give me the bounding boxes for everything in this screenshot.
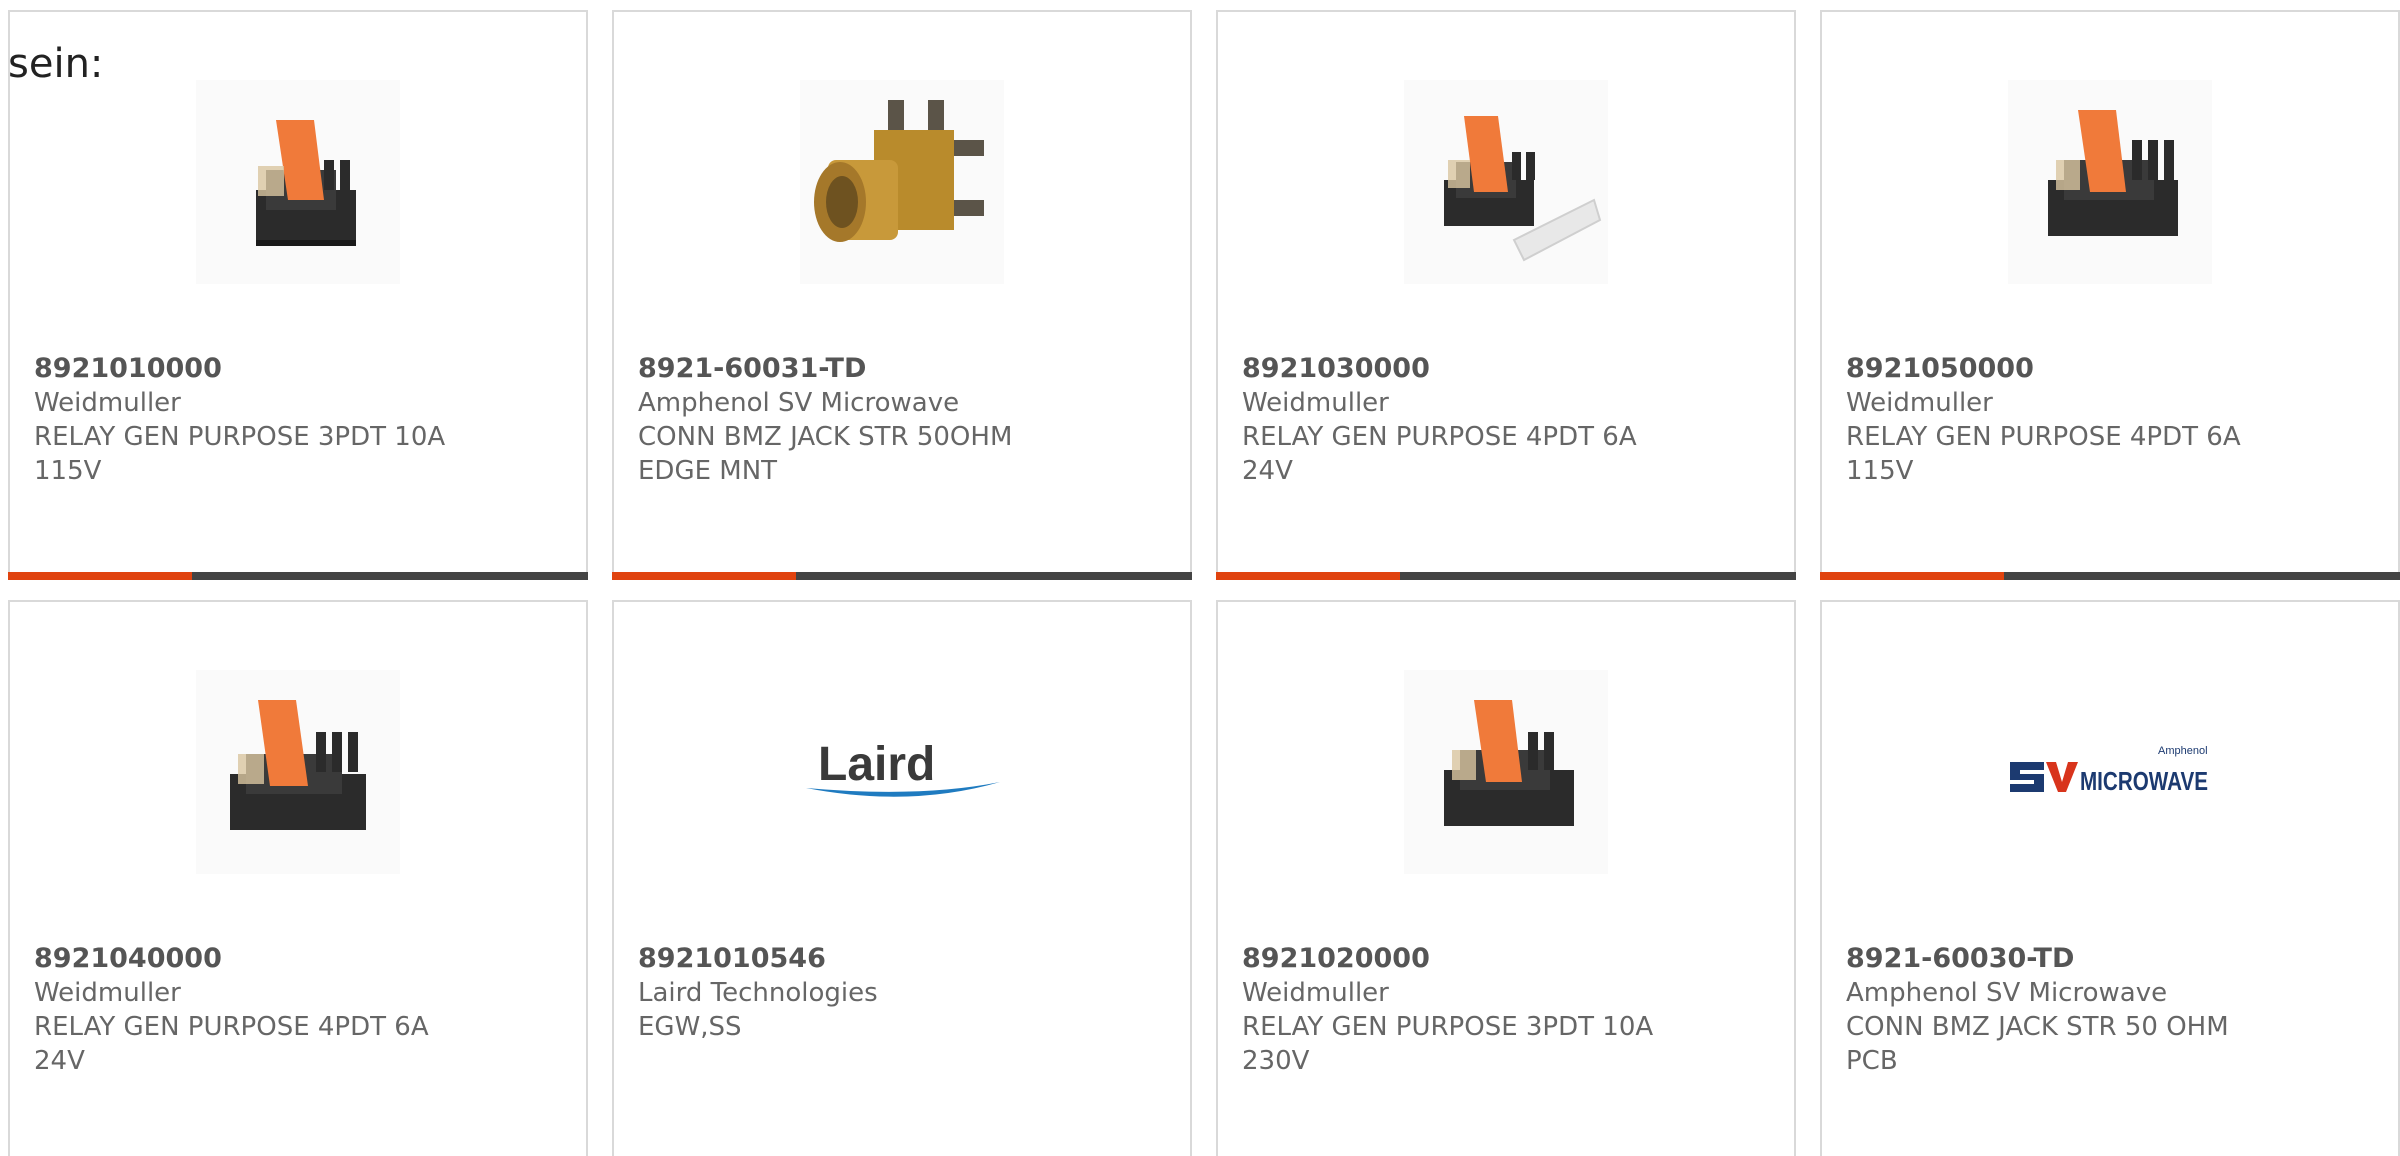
- manufacturer: Weidmuller: [34, 978, 181, 1008]
- relay-icon: [256, 120, 356, 246]
- product-card[interactable]: 8921010000 Weidmuller RELAY GEN PURPOSE …: [8, 10, 588, 580]
- sv-logo-subtext: Amphenol: [2158, 745, 2208, 757]
- laird-logo-icon: Laird: [806, 738, 1000, 797]
- part-number[interactable]: 8921040000: [34, 942, 554, 976]
- relay-image: [1404, 670, 1608, 874]
- description-line-1: EGW,SS: [638, 1012, 742, 1042]
- card-bottom-bar: [1216, 572, 1796, 580]
- part-number[interactable]: 8921030000: [1242, 352, 1762, 386]
- card-bottom-bar: [612, 572, 1192, 580]
- part-number[interactable]: 8921-60030-TD: [1846, 942, 2366, 976]
- product-card[interactable]: 8921050000 Weidmuller RELAY GEN PURPOSE …: [1820, 10, 2400, 580]
- card-accent-bar: [1820, 572, 2004, 580]
- description-line-2: 230V: [1242, 1046, 1310, 1076]
- description-line-2: 115V: [34, 456, 102, 486]
- part-number[interactable]: 8921010000: [34, 352, 554, 386]
- description-line-2: 24V: [34, 1046, 85, 1076]
- product-card[interactable]: 8921020000 Weidmuller RELAY GEN PURPOSE …: [1216, 600, 1796, 1156]
- part-number[interactable]: 8921010546: [638, 942, 1158, 976]
- part-number[interactable]: 8921020000: [1242, 942, 1762, 976]
- relay-icon: [1444, 700, 1574, 826]
- part-number[interactable]: 8921050000: [1846, 352, 2366, 386]
- description-line-2: 115V: [1846, 456, 1914, 486]
- laird-logo-text: Laird: [818, 738, 935, 791]
- connector-icon: [814, 100, 984, 242]
- relay-image: [196, 80, 400, 284]
- manufacturer: Weidmuller: [1242, 388, 1389, 418]
- manufacturer: Weidmuller: [1846, 388, 1993, 418]
- relay-image: [2008, 80, 2212, 284]
- product-grid-page: sein: 8921010000 Weidmuller RELAY GEN PU…: [0, 0, 2400, 1156]
- manufacturer: Amphenol SV Microwave: [1846, 978, 2168, 1008]
- manufacturer: Amphenol SV Microwave: [638, 388, 960, 418]
- product-card[interactable]: 8921030000 Weidmuller RELAY GEN PURPOSE …: [1216, 10, 1796, 580]
- description-line-1: RELAY GEN PURPOSE 3PDT 10A: [34, 422, 446, 452]
- description-line-1: RELAY GEN PURPOSE 4PDT 6A: [34, 1012, 429, 1042]
- product-card[interactable]: 8921040000 Weidmuller RELAY GEN PURPOSE …: [8, 600, 588, 1156]
- card-accent-bar: [1216, 572, 1400, 580]
- intro-text: sein:: [8, 41, 104, 87]
- relay-image: [196, 670, 400, 874]
- product-card[interactable]: 8921-60031-TD Amphenol SV Microwave CONN…: [612, 10, 1192, 580]
- description-line-2: 24V: [1242, 456, 1293, 486]
- relay-icon: [2048, 110, 2178, 236]
- relay-icon: [230, 700, 366, 830]
- card-bottom-bar: [1820, 572, 2400, 580]
- laird-logo: Laird: [800, 670, 1004, 874]
- description-line-1: CONN BMZ JACK STR 50 OHM: [1846, 1012, 2229, 1042]
- sv-logo-text: MICROWAVE: [2080, 766, 2208, 796]
- card-bottom-bar: [8, 572, 588, 580]
- card-accent-bar: [612, 572, 796, 580]
- sv-microwave-logo: Amphenol MICROWAVE: [2008, 670, 2212, 874]
- description-line-2: PCB: [1846, 1046, 1898, 1076]
- description-line-1: RELAY GEN PURPOSE 4PDT 6A: [1846, 422, 2241, 452]
- relay-with-marker-icon: [1444, 116, 1602, 262]
- product-card[interactable]: Laird 8921010546 Laird Technologies EGW,…: [612, 600, 1192, 1156]
- manufacturer: Weidmuller: [34, 388, 181, 418]
- card-accent-bar: [8, 572, 192, 580]
- sv-microwave-logo-icon: Amphenol MICROWAVE: [2010, 745, 2208, 796]
- part-number[interactable]: 8921-60031-TD: [638, 352, 1158, 386]
- description-line-1: CONN BMZ JACK STR 50OHM: [638, 422, 1013, 452]
- product-card[interactable]: Amphenol MICROWAVE 8921-60030-TD Ampheno…: [1820, 600, 2400, 1156]
- description-line-1: RELAY GEN PURPOSE 3PDT 10A: [1242, 1012, 1654, 1042]
- manufacturer: Weidmuller: [1242, 978, 1389, 1008]
- description-line-1: RELAY GEN PURPOSE 4PDT 6A: [1242, 422, 1637, 452]
- connector-image: [800, 80, 1004, 284]
- manufacturer: Laird Technologies: [638, 978, 878, 1008]
- relay-with-marker-image: [1404, 80, 1608, 284]
- description-line-2: EDGE MNT: [638, 456, 778, 486]
